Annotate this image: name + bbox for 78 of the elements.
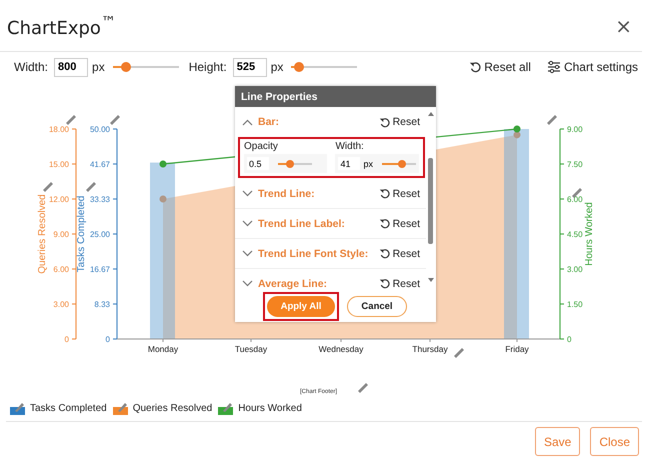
legend-label: Hours Worked: [238, 402, 302, 414]
tick-label: 8.33: [94, 300, 110, 310]
pencil-icon[interactable]: [358, 383, 368, 393]
tick-label: 6.00: [567, 195, 583, 204]
tick-label: 0: [567, 335, 572, 344]
axis-title: Tasks Completed: [76, 196, 87, 272]
pencil-icon[interactable]: [66, 115, 76, 125]
input-field[interactable]: 800: [54, 58, 88, 76]
slider-thumb[interactable]: [398, 160, 406, 168]
pencil-icon[interactable]: [86, 182, 96, 192]
scrollbar-thumb[interactable]: [428, 158, 433, 244]
tick-label: 33.33: [90, 195, 110, 204]
tick-label: 0: [106, 335, 110, 344]
tick-label: 16.67: [90, 264, 110, 274]
reset-icon: [378, 248, 390, 259]
field-label: Opacity: [244, 141, 279, 152]
legend-label: Queries Resolved: [132, 402, 212, 414]
data-point: [160, 196, 166, 202]
slider-thumb[interactable]: [286, 160, 294, 168]
reset-icon: [378, 188, 390, 199]
axis-title: Hours Worked: [584, 202, 595, 266]
category-label: Friday: [505, 344, 529, 354]
tick-label: 50.00: [90, 125, 110, 134]
tick-label: 41.67: [90, 160, 110, 169]
reset-icon: [378, 116, 390, 128]
input-field[interactable]: 525: [232, 58, 267, 76]
tick-label: 0: [64, 335, 69, 344]
tick-label: 7.50: [567, 160, 583, 169]
reset-button[interactable]: Reset: [378, 218, 420, 230]
scroll-down-icon: [428, 278, 434, 282]
field-label: Height:: [188, 60, 227, 74]
reset-icon: [469, 61, 482, 73]
window-title: ChartExpo$^{™}$: [7, 12, 116, 38]
pencil-icon[interactable]: [110, 115, 120, 125]
toolbar-button[interactable]: Reset all: [469, 60, 531, 74]
panel-button[interactable]: Cancel: [347, 296, 407, 316]
toolbar-button[interactable]: Chart settings: [546, 60, 638, 74]
tick-label: 12.00: [48, 195, 69, 204]
field-label: Width:: [335, 141, 365, 152]
tick-label: 9.00: [567, 125, 583, 134]
tick-label: 3.00: [53, 300, 69, 309]
input-field[interactable]: 0.5: [247, 157, 269, 170]
category-label: Wednesday: [318, 344, 364, 354]
category-label: Tuesday: [234, 344, 268, 354]
pencil-icon[interactable]: [454, 348, 464, 358]
category-label: Thursday: [412, 344, 448, 354]
reset-button[interactable]: Reset: [378, 248, 420, 260]
field-label: Width:: [14, 60, 48, 74]
reset-icon: [378, 218, 390, 229]
tick-label: 1.50: [567, 300, 583, 309]
reset-button[interactable]: Reset: [378, 188, 420, 200]
slider-thumb[interactable]: [294, 62, 304, 72]
tick-label: 4.50: [567, 230, 583, 239]
tick-label: 18.00: [48, 125, 69, 134]
unit-label: px: [270, 60, 284, 74]
category-label: Monday: [148, 344, 178, 354]
reset-icon: [378, 278, 390, 289]
axis-title: Queries Resolved: [37, 194, 48, 274]
unit-label: px: [92, 60, 105, 74]
tick-label: 15.00: [48, 160, 69, 169]
pencil-icon[interactable]: [547, 115, 557, 125]
unit-label: px: [363, 158, 373, 168]
tick-label: 6.00: [53, 265, 69, 274]
reset-button[interactable]: Reset: [378, 278, 420, 290]
close-button[interactable]: ×: [615, 14, 632, 38]
data-point: [160, 160, 166, 168]
reset-button[interactable]: Reset: [378, 116, 420, 128]
slider-thumb[interactable]: [120, 62, 131, 72]
tick-label: 9.00: [53, 230, 69, 239]
pencil-icon[interactable]: [43, 182, 53, 192]
input-field[interactable]: 41: [338, 157, 360, 170]
tick-label: 25.00: [90, 230, 110, 239]
panel-title: Line Properties: [235, 86, 436, 107]
tick-label: 3.00: [567, 265, 583, 274]
legend-label: Tasks Completed: [30, 402, 107, 414]
pencil-icon[interactable]: [572, 188, 582, 198]
scroll-up-icon: [428, 112, 434, 116]
sliders-icon: [546, 60, 561, 74]
